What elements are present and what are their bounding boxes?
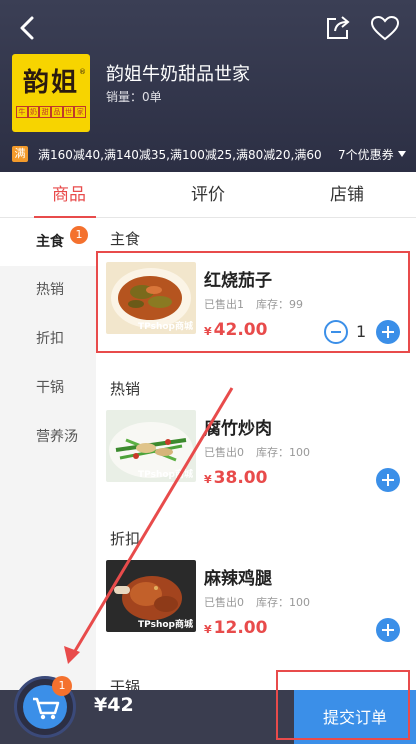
tab-goods[interactable]: 商品 (0, 172, 138, 218)
section-title: 热销 (110, 380, 141, 398)
image-watermark: TPshop商城 (138, 620, 193, 630)
sales-count: 销量：0单 (106, 90, 162, 104)
product-image: TPshop商城 (106, 560, 196, 632)
product-price: ¥12.00 (204, 618, 267, 638)
store-logo: 韵姐 ® 牛 奶 甜 品 世 家 (12, 54, 90, 132)
cart-count-badge: 1 (52, 676, 72, 696)
price-value: 38.00 (213, 468, 268, 488)
product-image: TPshop商城 (106, 410, 196, 482)
sidebar-item-label: 热销 (36, 282, 64, 298)
logo-registered-mark: ® (79, 68, 86, 76)
logo-subtitle: 牛 奶 甜 品 世 家 (16, 106, 87, 118)
stock-count: 库存：100 (256, 446, 310, 459)
section-title: 折扣 (110, 530, 141, 548)
product-meta: 已售出0 库存：100 (204, 444, 310, 460)
tab-reviews[interactable]: 评价 (139, 172, 277, 218)
promo-tag: 满 (12, 146, 28, 162)
tab-store[interactable]: 店铺 (278, 172, 416, 218)
image-watermark: TPshop商城 (138, 470, 193, 480)
tab-store-label: 店铺 (330, 185, 364, 205)
promo-bar[interactable]: 满 满160减40,满140减35,满100减25,满80减20,满60... … (0, 144, 416, 168)
store-name: 韵姐牛奶甜品世家 (106, 64, 250, 85)
sidebar-item-discount[interactable]: 折扣 (0, 315, 96, 363)
product-name: 麻辣鸡腿 (204, 569, 272, 589)
sidebar-item-label: 营养汤 (36, 429, 78, 445)
increase-quantity-button[interactable] (376, 468, 400, 492)
sidebar-item-hot[interactable]: 热销 (0, 266, 96, 314)
sidebar-item-staple[interactable]: 主食 1 (0, 218, 96, 266)
section-title: 干锅 (110, 678, 141, 690)
store-header: 韵姐 ® 牛 奶 甜 品 世 家 韵姐牛奶甜品世家 销量：0单 满 满160减4… (0, 0, 416, 172)
sidebar-item-drypot[interactable]: 干锅 (0, 364, 96, 412)
share-icon[interactable] (324, 14, 352, 42)
price-value: 12.00 (213, 618, 268, 638)
logo-char: 品 (51, 106, 63, 118)
back-icon[interactable] (14, 14, 42, 42)
sidebar-item-label: 折扣 (36, 331, 64, 347)
caret-down-icon[interactable] (398, 151, 406, 157)
tab-reviews-label: 评价 (191, 185, 225, 205)
logo-char: 奶 (27, 106, 40, 118)
increase-quantity-button[interactable] (376, 618, 400, 642)
cart-total: ¥42 (94, 694, 134, 716)
stock-count: 库存：100 (256, 596, 310, 609)
section-title: 主食 (110, 230, 141, 248)
product-item[interactable]: TPshop商城 腐竹炒肉 已售出0 库存：100 ¥38.00 (96, 402, 416, 498)
logo-char: 家 (74, 106, 87, 118)
promo-text: 满160减40,满140减35,满100减25,满80减20,满60... (38, 148, 322, 162)
sidebar-item-label: 干锅 (36, 380, 64, 396)
product-name: 腐竹炒肉 (204, 419, 272, 439)
currency-symbol: ¥ (204, 473, 212, 486)
sidebar-item-label: 主食 (36, 234, 64, 250)
favorite-icon[interactable] (370, 14, 400, 42)
sold-count: 已售出0 (204, 446, 244, 459)
logo-char: 世 (62, 106, 75, 118)
category-sidebar: 主食 1 热销 折扣 干锅 营养汤 (0, 218, 96, 690)
tab-goods-label: 商品 (52, 185, 86, 205)
tab-bar: 商品 评价 店铺 (0, 172, 416, 218)
logo-char: 甜 (39, 106, 52, 118)
highlight-box (276, 670, 410, 740)
coupon-count[interactable]: 7个优惠券 (338, 146, 394, 163)
logo-char: 牛 (16, 106, 28, 118)
sidebar-item-soup[interactable]: 营养汤 (0, 413, 96, 461)
currency-symbol: ¥ (204, 623, 212, 636)
category-badge: 1 (70, 226, 88, 244)
sold-count: 已售出0 (204, 596, 244, 609)
product-price: ¥38.00 (204, 468, 267, 488)
highlight-box (96, 251, 410, 353)
product-meta: 已售出0 库存：100 (204, 594, 310, 610)
product-item[interactable]: TPshop商城 麻辣鸡腿 已售出0 库存：100 ¥12.00 (96, 552, 416, 648)
